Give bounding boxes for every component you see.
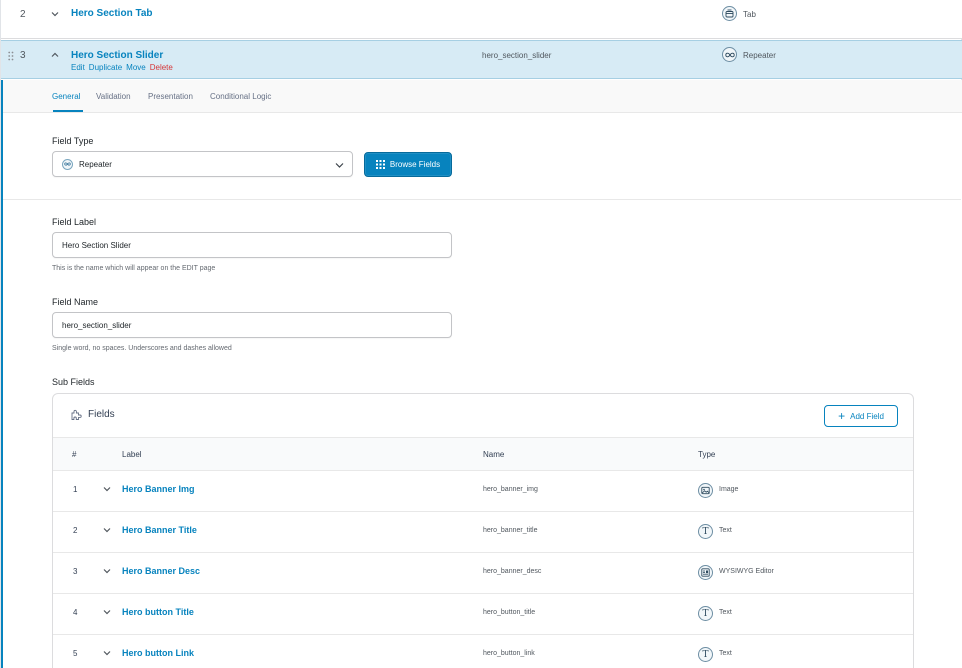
repeater-icon bbox=[722, 47, 737, 62]
sub-field-label[interactable]: Hero Banner Title bbox=[122, 525, 197, 535]
delete-link[interactable]: Delete bbox=[150, 63, 173, 72]
field-label-heading: Field Label bbox=[52, 217, 97, 227]
field-label-value: Hero Section Slider bbox=[62, 240, 131, 250]
sub-field-type: Text bbox=[719, 609, 732, 616]
sub-field-name: hero_button_title bbox=[483, 609, 536, 616]
field-row-hero-section-slider[interactable]: 3 Hero Section Slider Edit Duplicate Move D… bbox=[1, 40, 962, 79]
sub-fields-header: Fields + Add Field bbox=[53, 394, 913, 438]
sub-field-row[interactable]: 5 Hero button Link hero_button_link T Te… bbox=[53, 635, 913, 668]
sub-field-row[interactable]: 1 Hero Banner Img hero_banner_img Image bbox=[53, 471, 913, 512]
grid-icon bbox=[375, 160, 385, 169]
puzzle-icon bbox=[70, 409, 82, 424]
sub-field-label[interactable]: Hero button Title bbox=[122, 607, 194, 617]
field-type-value: Repeater bbox=[79, 159, 112, 169]
field-type-heading: Field Type bbox=[52, 136, 94, 146]
sub-field-name: hero_button_link bbox=[483, 650, 535, 657]
sub-fields-heading: Sub Fields bbox=[52, 377, 95, 387]
sub-field-row[interactable]: 4 Hero button Title hero_button_title T … bbox=[53, 594, 913, 635]
chevron-down-icon[interactable] bbox=[103, 608, 111, 619]
add-field-button[interactable]: + Add Field bbox=[824, 405, 898, 427]
sub-field-type: Image bbox=[719, 486, 739, 493]
sub-field-number: 2 bbox=[73, 526, 78, 535]
sub-field-number: 1 bbox=[73, 485, 78, 494]
field-editor: 2 Hero Section Tab Tab 3 Hero Section Sl… bbox=[0, 0, 962, 668]
chevron-down-icon[interactable] bbox=[51, 10, 59, 18]
field-type-label: Repeater bbox=[743, 51, 776, 60]
text-icon: T bbox=[698, 524, 713, 539]
field-name-hint: Single word, no spaces. Underscores and … bbox=[52, 345, 232, 352]
sub-fields-column-header: # Label Name Type bbox=[53, 438, 913, 471]
tab-presentation[interactable]: Presentation bbox=[148, 92, 193, 101]
chevron-down-icon[interactable] bbox=[103, 567, 111, 578]
tab-conditional-logic[interactable]: Conditional Logic bbox=[210, 92, 271, 101]
sub-field-type: Text bbox=[719, 650, 732, 657]
image-icon bbox=[698, 483, 713, 498]
tab-icon bbox=[722, 6, 737, 21]
field-name-heading: Field Name bbox=[52, 297, 99, 307]
duplicate-link[interactable]: Duplicate bbox=[89, 63, 122, 72]
sub-field-number: 3 bbox=[73, 567, 78, 576]
chevron-down-icon bbox=[335, 161, 344, 171]
wysiwyg-icon bbox=[698, 565, 713, 580]
sub-fields-box: Fields + Add Field # Label Name Type 1 H… bbox=[52, 393, 914, 668]
col-type: Type bbox=[698, 450, 716, 459]
chevron-down-icon[interactable] bbox=[103, 649, 111, 660]
field-name-input[interactable]: hero_section_slider bbox=[52, 312, 452, 338]
chevron-up-icon[interactable] bbox=[51, 51, 59, 59]
chevron-down-icon[interactable] bbox=[103, 485, 111, 496]
sub-field-number: 4 bbox=[73, 608, 78, 617]
active-tab-indicator bbox=[53, 110, 83, 112]
text-icon: T bbox=[698, 606, 713, 621]
sub-field-type: Text bbox=[719, 527, 732, 534]
field-type-label: Tab bbox=[743, 10, 756, 19]
browse-fields-button[interactable]: Browse Fields bbox=[364, 152, 452, 177]
field-type-select[interactable]: Repeater bbox=[52, 151, 353, 177]
sub-field-name: hero_banner_title bbox=[483, 527, 538, 534]
settings-tabs: General Validation Presentation Conditio… bbox=[3, 80, 962, 113]
text-icon: T bbox=[698, 647, 713, 662]
sub-field-label[interactable]: Hero Banner Img bbox=[122, 484, 195, 494]
col-label: Label bbox=[122, 450, 142, 459]
sub-field-number: 5 bbox=[73, 649, 78, 658]
edit-link[interactable]: Edit bbox=[71, 63, 85, 72]
sub-field-label[interactable]: Hero Banner Desc bbox=[122, 566, 200, 576]
field-name-input-value: hero_section_slider bbox=[62, 320, 132, 330]
sub-field-type: WYSIWYG Editor bbox=[719, 568, 774, 575]
tab-validation[interactable]: Validation bbox=[96, 92, 131, 101]
drag-handle-icon[interactable] bbox=[8, 51, 14, 61]
repeater-icon bbox=[62, 158, 73, 170]
sub-field-name: hero_banner_img bbox=[483, 486, 538, 493]
sub-field-row[interactable]: 2 Hero Banner Title hero_banner_title T … bbox=[53, 512, 913, 553]
row-number: 2 bbox=[20, 9, 26, 20]
field-title[interactable]: Hero Section Tab bbox=[71, 8, 153, 19]
row-number: 3 bbox=[20, 50, 26, 61]
sub-field-row[interactable]: 3 Hero Banner Desc hero_banner_desc WYSI… bbox=[53, 553, 913, 594]
sub-field-label[interactable]: Hero button Link bbox=[122, 648, 194, 658]
divider bbox=[3, 199, 961, 200]
add-field-label: Add Field bbox=[850, 411, 884, 421]
plus-icon: + bbox=[838, 409, 846, 423]
field-label-hint: This is the name which will appear on th… bbox=[52, 265, 216, 272]
move-link[interactable]: Move bbox=[126, 63, 146, 72]
tab-general[interactable]: General bbox=[52, 92, 80, 101]
chevron-down-icon[interactable] bbox=[103, 526, 111, 537]
browse-fields-label: Browse Fields bbox=[389, 160, 441, 169]
field-name-value: hero_section_slider bbox=[482, 51, 552, 60]
field-title[interactable]: Hero Section Slider bbox=[71, 50, 163, 61]
row-actions: Edit Duplicate Move Delete bbox=[71, 63, 177, 72]
field-label-input[interactable]: Hero Section Slider bbox=[52, 232, 452, 258]
fields-title: Fields bbox=[88, 409, 115, 420]
sub-field-name: hero_banner_desc bbox=[483, 568, 542, 575]
col-name: Name bbox=[483, 450, 505, 459]
col-number: # bbox=[72, 450, 77, 459]
field-row-hero-section-tab[interactable]: 2 Hero Section Tab Tab bbox=[1, 0, 962, 39]
